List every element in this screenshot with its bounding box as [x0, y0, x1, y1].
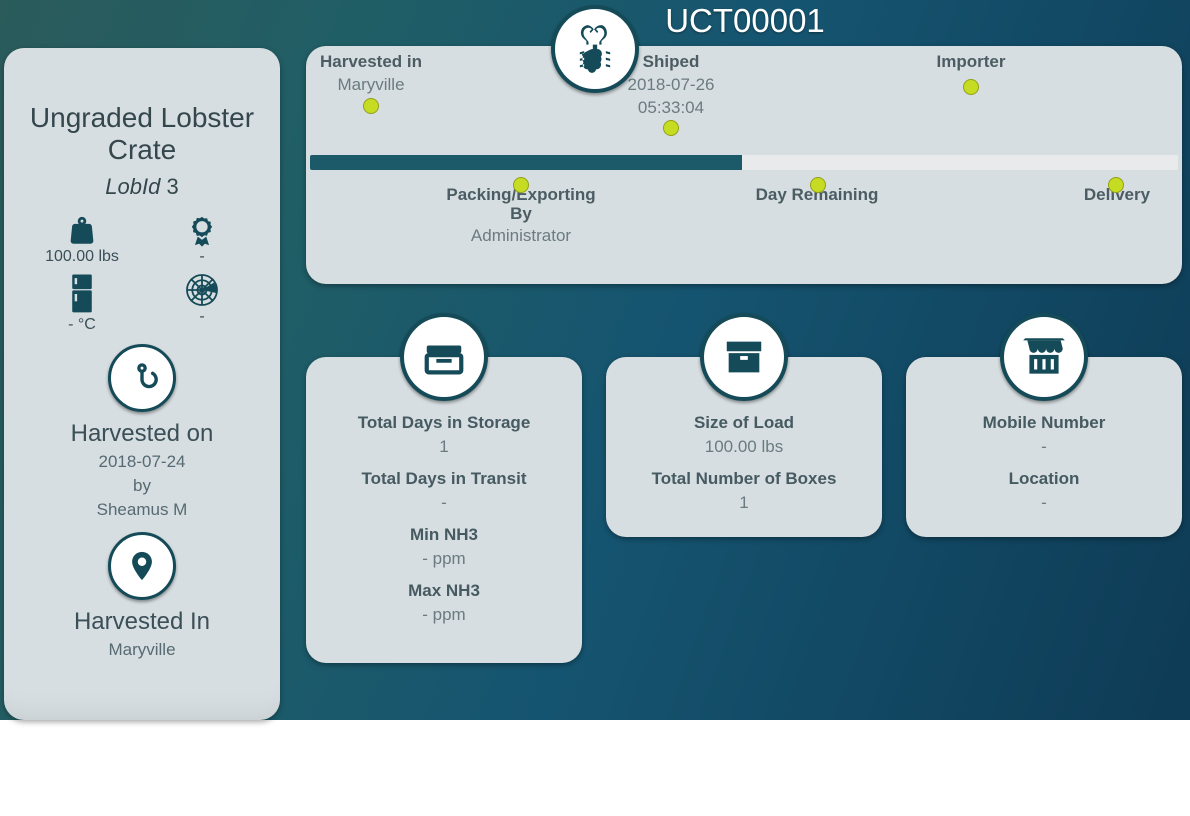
k-boxes: Total Number of Boxes: [624, 469, 864, 489]
v-boxes: 1: [624, 493, 864, 513]
k-size-load: Size of Load: [624, 413, 864, 433]
stat-compass: -: [142, 272, 262, 334]
fridge-icon: [67, 272, 97, 316]
v-location: -: [924, 493, 1164, 513]
step-harvested-label: Harvested in: [320, 52, 422, 72]
stat-temp-value: - °C: [68, 316, 96, 334]
v-days-storage: 1: [324, 437, 564, 457]
radar-icon: [184, 272, 220, 308]
storage-icon: [400, 313, 488, 401]
timeline-progress-fill: [310, 155, 742, 170]
harvested-in-value: Maryville: [4, 640, 280, 660]
k-max-nh3: Max NH3: [324, 581, 564, 601]
crate-title: Ungraded Lobster Crate: [24, 102, 260, 166]
step-day-dot: [810, 177, 826, 193]
lobster-icon: [551, 5, 639, 93]
k-days-transit: Total Days in Transit: [324, 469, 564, 489]
v-min-nh3: - ppm: [324, 549, 564, 569]
stat-quality-value: -: [199, 248, 204, 266]
harvested-by: Sheamus M: [4, 500, 280, 520]
lobid-value: 3: [166, 174, 178, 199]
v-mobile: -: [924, 437, 1164, 457]
stat-compass-value: -: [199, 308, 204, 326]
lobid-line: LobId 3: [4, 174, 280, 200]
step-shipped-time: 05:33:04: [638, 98, 704, 118]
step-packing-dot: [513, 177, 529, 193]
timeline-progress: [310, 155, 1178, 170]
ribbon-icon: [185, 214, 219, 248]
step-shipped-label: Shiped: [643, 52, 700, 72]
harvested-on-date: 2018-07-24: [4, 452, 280, 472]
step-delivery-dot: [1108, 177, 1124, 193]
stat-weight-value: 100.00 lbs: [45, 248, 119, 266]
hook-icon: [108, 344, 176, 412]
v-size-load: 100.00 lbs: [624, 437, 864, 457]
store-icon: [1000, 313, 1088, 401]
sidebar: Ungraded Lobster Crate LobId 3 100.00 lb…: [4, 48, 280, 720]
info-cards-row: Total Days in Storage 1 Total Days in Tr…: [306, 357, 1182, 663]
step-importer-label: Importer: [937, 52, 1006, 72]
card-storage: Total Days in Storage 1 Total Days in Tr…: [306, 357, 582, 663]
scale-icon: [65, 214, 99, 248]
v-days-transit: -: [324, 493, 564, 513]
step-harvested-value: Maryville: [337, 75, 404, 95]
k-mobile: Mobile Number: [924, 413, 1164, 433]
card-load: Size of Load 100.00 lbs Total Number of …: [606, 357, 882, 537]
stat-quality: -: [142, 214, 262, 266]
by-label: by: [4, 476, 280, 496]
k-days-storage: Total Days in Storage: [324, 413, 564, 433]
location-icon: [108, 532, 176, 600]
step-shipped-date: 2018-07-26: [628, 75, 715, 95]
page-title: UCT00001: [310, 2, 1180, 40]
stat-temp: - °C: [22, 272, 142, 334]
step-importer-dot: [963, 79, 979, 95]
harvested-on-label: Harvested on: [4, 420, 280, 448]
step-packing-value: Administrator: [471, 226, 571, 246]
card-retail: Mobile Number - Location -: [906, 357, 1182, 537]
step-shipped-dot: [663, 120, 679, 136]
stat-weight: 100.00 lbs: [22, 214, 142, 266]
harvested-in-label: Harvested In: [4, 608, 280, 636]
v-max-nh3: - ppm: [324, 605, 564, 625]
lobid-label: LobId: [105, 174, 160, 199]
k-min-nh3: Min NH3: [324, 525, 564, 545]
timeline-card: Harvested in Maryville Shiped 2018-07-26…: [306, 46, 1182, 284]
k-location: Location: [924, 469, 1164, 489]
step-harvested-dot: [363, 98, 379, 114]
box-icon: [700, 313, 788, 401]
